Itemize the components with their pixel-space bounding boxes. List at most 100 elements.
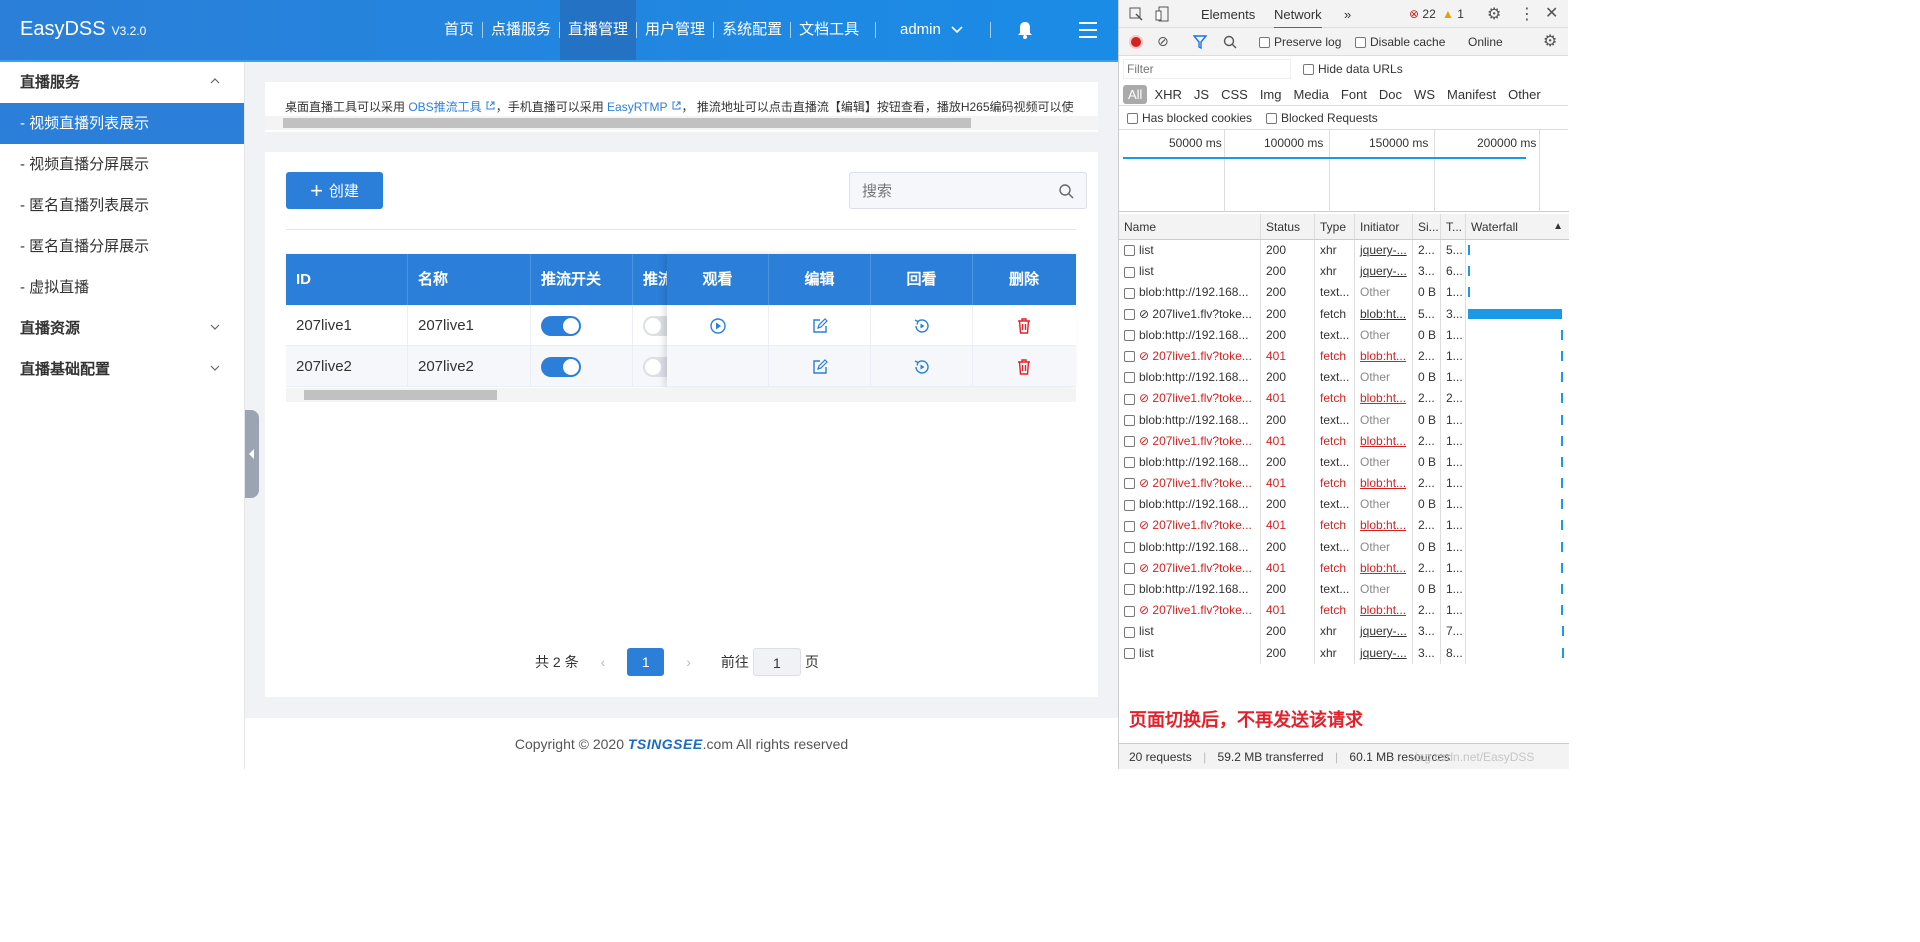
create-button[interactable]: + 创建 xyxy=(286,172,383,209)
network-request-row[interactable]: blob:http://192.168... 200 text... Other 0 B… xyxy=(1119,536,1569,558)
trash-icon[interactable] xyxy=(1015,358,1033,376)
network-request-row[interactable]: blob:http://192.168... 200 text... Other 0 B… xyxy=(1119,494,1569,516)
record-icon[interactable] xyxy=(1129,35,1143,49)
throttling-select[interactable]: Online xyxy=(1468,35,1503,49)
search-icon[interactable] xyxy=(1058,183,1074,199)
scrollbar-thumb[interactable] xyxy=(283,118,971,128)
type-filter-img[interactable]: Img xyxy=(1255,85,1287,104)
error-count-icon[interactable]: ⊗ 22 xyxy=(1409,7,1436,21)
cell-init[interactable]: blob:ht... xyxy=(1355,473,1413,495)
cell-name[interactable]: blob:http://192.168... xyxy=(1119,367,1261,389)
type-filter-ws[interactable]: WS xyxy=(1409,85,1440,104)
col-waterfall[interactable]: Waterfall ▲ xyxy=(1466,214,1569,239)
col-push-switch[interactable]: 推流开关 xyxy=(531,254,633,305)
network-request-row[interactable]: ⊘ 207live1.flv?toke... 401 fetch blob:ht...… xyxy=(1119,473,1569,495)
hide-data-urls-checkbox[interactable]: Hide data URLs xyxy=(1303,62,1403,76)
sidebar-group-live-config[interactable]: 直播基础配置 xyxy=(0,349,244,390)
network-request-row[interactable]: ⊘ 207live1.flv?toke... 401 fetch blob:ht...… xyxy=(1119,345,1569,368)
hamburger-menu-icon[interactable] xyxy=(1078,21,1098,39)
cell-name[interactable]: list xyxy=(1119,642,1261,664)
nav-item-4[interactable]: 系统配置 xyxy=(714,0,790,60)
network-settings-icon[interactable]: ⚙ xyxy=(1543,31,1557,51)
streaming-toggle[interactable] xyxy=(643,357,668,377)
sidebar-collapse-handle[interactable] xyxy=(245,410,259,498)
replay-icon[interactable] xyxy=(913,317,931,335)
has-blocked-cookies-checkbox[interactable]: Has blocked cookies xyxy=(1127,111,1252,125)
device-toolbar-icon[interactable] xyxy=(1155,6,1169,22)
type-filter-xhr[interactable]: XHR xyxy=(1149,85,1186,104)
cell-name[interactable]: ⊘ 207live1.flv?toke... xyxy=(1119,557,1261,579)
nav-item-0[interactable]: 首页 xyxy=(436,0,482,60)
table-scrollbar[interactable] xyxy=(286,388,1076,402)
trash-icon[interactable] xyxy=(1015,317,1033,335)
network-request-row[interactable]: blob:http://192.168... 200 text... Other 0 B… xyxy=(1119,367,1569,389)
cell-init[interactable]: blob:ht... xyxy=(1355,430,1413,452)
search-input[interactable] xyxy=(862,181,1042,201)
cell-init[interactable]: Other xyxy=(1355,409,1413,431)
prev-page-icon[interactable]: ‹ xyxy=(601,654,606,670)
cell-name[interactable]: blob:http://192.168... xyxy=(1119,494,1261,516)
cell-name[interactable]: blob:http://192.168... xyxy=(1119,579,1261,601)
col-status[interactable]: Status xyxy=(1261,214,1315,239)
bell-icon[interactable] xyxy=(1015,20,1035,40)
col-size[interactable]: Si... xyxy=(1413,214,1441,239)
scrollbar-thumb[interactable] xyxy=(304,390,497,400)
cell-name[interactable]: ⊘ 207live1.flv?toke... xyxy=(1119,600,1261,622)
sidebar-item-anon-live-split[interactable]: - 匿名直播分屏展示 xyxy=(0,226,244,267)
cell-init[interactable]: blob:ht... xyxy=(1355,388,1413,410)
type-filter-doc[interactable]: Doc xyxy=(1374,85,1407,104)
cell-name[interactable]: ⊘ 207live1.flv?toke... xyxy=(1119,303,1261,325)
col-id[interactable]: ID xyxy=(286,254,408,305)
nav-item-3[interactable]: 用户管理 xyxy=(637,0,713,60)
nav-item-2[interactable]: 直播管理 xyxy=(560,0,637,60)
network-request-row[interactable]: blob:http://192.168... 200 text... Other 0 B… xyxy=(1119,409,1569,431)
cell-init[interactable]: Other xyxy=(1355,494,1413,516)
streaming-toggle[interactable] xyxy=(643,316,668,336)
cell-name[interactable]: blob:http://192.168... xyxy=(1119,536,1261,558)
col-time[interactable]: T... xyxy=(1441,214,1466,239)
cell-name[interactable]: ⊘ 207live1.flv?toke... xyxy=(1119,388,1261,410)
type-filter-all[interactable]: All xyxy=(1123,85,1148,104)
cell-name[interactable]: ⊘ 207live1.flv?toke... xyxy=(1119,430,1261,452)
sidebar-item-video-live-list[interactable]: - 视频直播列表展示 xyxy=(0,103,244,144)
brand-logo[interactable]: EasyDSS V3.2.0 xyxy=(20,18,146,41)
sidebar-item-video-live-split[interactable]: - 视频直播分屏展示 xyxy=(0,144,244,185)
cell-init[interactable]: blob:ht... xyxy=(1355,515,1413,537)
cell-name[interactable]: list xyxy=(1119,261,1261,283)
col-streaming[interactable]: 推流 xyxy=(633,254,669,305)
tab-elements[interactable]: Elements xyxy=(1201,7,1255,22)
network-request-row[interactable]: ⊘ 207live1.flv?toke... 200 fetch blob:ht...… xyxy=(1119,303,1569,325)
network-request-row[interactable]: ⊘ 207live1.flv?toke... 401 fetch blob:ht...… xyxy=(1119,515,1569,537)
settings-icon[interactable]: ⚙ xyxy=(1487,4,1501,24)
inspect-icon[interactable] xyxy=(1129,7,1143,21)
filter-icon[interactable] xyxy=(1193,35,1207,49)
push-toggle[interactable] xyxy=(541,316,581,336)
cell-name[interactable]: ⊘ 207live1.flv?toke... xyxy=(1119,345,1261,368)
cell-name[interactable]: blob:http://192.168... xyxy=(1119,451,1261,474)
user-menu[interactable]: admin xyxy=(900,0,963,60)
next-page-icon[interactable]: › xyxy=(686,654,691,670)
cell-init[interactable]: blob:ht... xyxy=(1355,600,1413,622)
type-filter-font[interactable]: Font xyxy=(1336,85,1372,104)
cell-init[interactable]: Other xyxy=(1355,579,1413,601)
cell-init[interactable]: Other xyxy=(1355,282,1413,304)
push-toggle[interactable] xyxy=(541,357,581,377)
col-initiator[interactable]: Initiator xyxy=(1355,214,1413,239)
nav-item-5[interactable]: 文档工具 xyxy=(791,0,867,60)
notice-scrollbar[interactable] xyxy=(265,116,1098,130)
edit-icon[interactable] xyxy=(811,358,829,376)
cell-init[interactable]: Other xyxy=(1355,324,1413,346)
cell-init[interactable]: jquery-... xyxy=(1355,240,1413,262)
nav-item-1[interactable]: 点播服务 xyxy=(483,0,559,60)
cell-init[interactable]: Other xyxy=(1355,367,1413,389)
play-circle-icon[interactable] xyxy=(709,317,727,335)
obs-link[interactable]: OBS推流工具 xyxy=(408,100,481,114)
edit-icon[interactable] xyxy=(811,317,829,335)
preserve-log-checkbox[interactable]: Preserve log xyxy=(1259,35,1341,49)
col-name[interactable]: 名称 xyxy=(408,254,531,305)
network-request-row[interactable]: list 200 xhr jquery-... 3... 7... xyxy=(1119,621,1569,643)
network-overview-timeline[interactable]: 50000 ms 100000 ms 150000 ms 200000 ms xyxy=(1119,130,1569,212)
cell-name[interactable]: ⊘ 207live1.flv?toke... xyxy=(1119,473,1261,495)
sidebar-group-live-resources[interactable]: 直播资源 xyxy=(0,308,244,349)
page-number-current[interactable]: 1 xyxy=(627,648,665,676)
